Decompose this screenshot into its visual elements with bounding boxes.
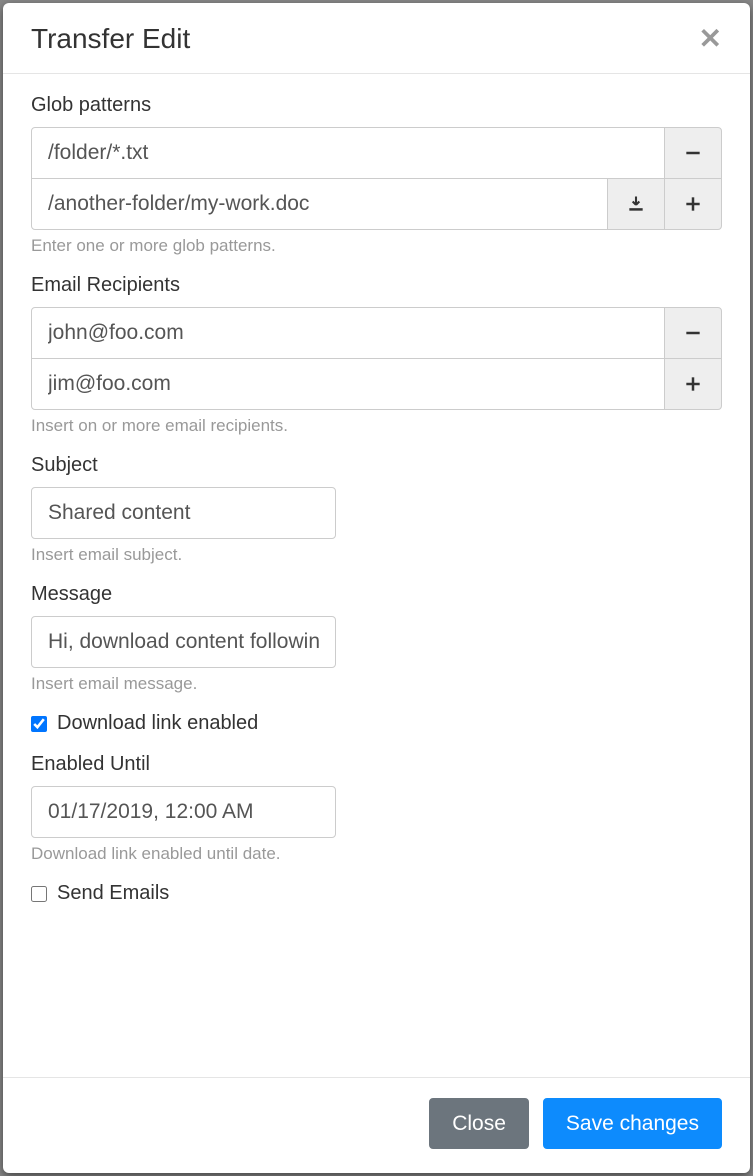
send-emails-checkbox[interactable]: [31, 886, 47, 902]
glob-add-button[interactable]: [664, 178, 722, 230]
recipient-remove-button[interactable]: [664, 307, 722, 359]
glob-help: Enter one or more glob patterns.: [31, 236, 722, 256]
message-group: Message Insert email message.: [31, 583, 722, 694]
download-enabled-row: Download link enabled: [31, 712, 722, 735]
glob-remove-button[interactable]: [664, 127, 722, 179]
recipient-row-1: [31, 359, 722, 410]
recipients-label: Email Recipients: [31, 274, 722, 297]
glob-download-button[interactable]: [607, 178, 665, 230]
message-help: Insert email message.: [31, 674, 722, 694]
save-button[interactable]: Save changes: [543, 1098, 722, 1149]
recipient-input-1[interactable]: [31, 358, 665, 410]
close-button[interactable]: Close: [429, 1098, 529, 1149]
subject-label: Subject: [31, 454, 722, 477]
modal-header: Transfer Edit ✕: [3, 3, 750, 74]
transfer-edit-modal: Transfer Edit ✕ Glob patterns: [3, 3, 750, 1173]
glob-input-1[interactable]: [31, 178, 608, 230]
recipient-input-0[interactable]: [31, 307, 665, 359]
glob-group: Glob patterns Enter one or more glob pat…: [31, 94, 722, 256]
glob-label: Glob patterns: [31, 94, 722, 117]
close-icon[interactable]: ✕: [699, 25, 722, 53]
modal-body: Glob patterns Enter one or more glob pat…: [3, 74, 750, 1077]
enabled-until-label: Enabled Until: [31, 753, 722, 776]
minus-icon: [683, 323, 703, 343]
send-emails-label: Send Emails: [57, 882, 169, 905]
minus-icon: [683, 143, 703, 163]
enabled-until-help: Download link enabled until date.: [31, 844, 722, 864]
glob-input-0[interactable]: [31, 127, 665, 179]
modal-footer: Close Save changes: [3, 1077, 750, 1173]
subject-group: Subject Insert email subject.: [31, 454, 722, 565]
download-enabled-label: Download link enabled: [57, 712, 258, 735]
recipients-group: Email Recipients Insert on or more email…: [31, 274, 722, 436]
modal-title: Transfer Edit: [31, 23, 190, 55]
send-emails-row: Send Emails: [31, 882, 722, 905]
download-icon: [626, 194, 646, 214]
recipient-add-button[interactable]: [664, 358, 722, 410]
plus-icon: [683, 374, 703, 394]
message-input[interactable]: [31, 616, 336, 668]
message-label: Message: [31, 583, 722, 606]
download-enabled-checkbox[interactable]: [31, 716, 47, 732]
enabled-until-input[interactable]: [31, 786, 336, 838]
plus-icon: [683, 194, 703, 214]
recipient-row-0: [31, 307, 722, 359]
recipients-help: Insert on or more email recipients.: [31, 416, 722, 436]
glob-row-0: [31, 127, 722, 179]
subject-help: Insert email subject.: [31, 545, 722, 565]
enabled-until-group: Enabled Until Download link enabled unti…: [31, 753, 722, 864]
subject-input[interactable]: [31, 487, 336, 539]
glob-row-1: [31, 179, 722, 230]
